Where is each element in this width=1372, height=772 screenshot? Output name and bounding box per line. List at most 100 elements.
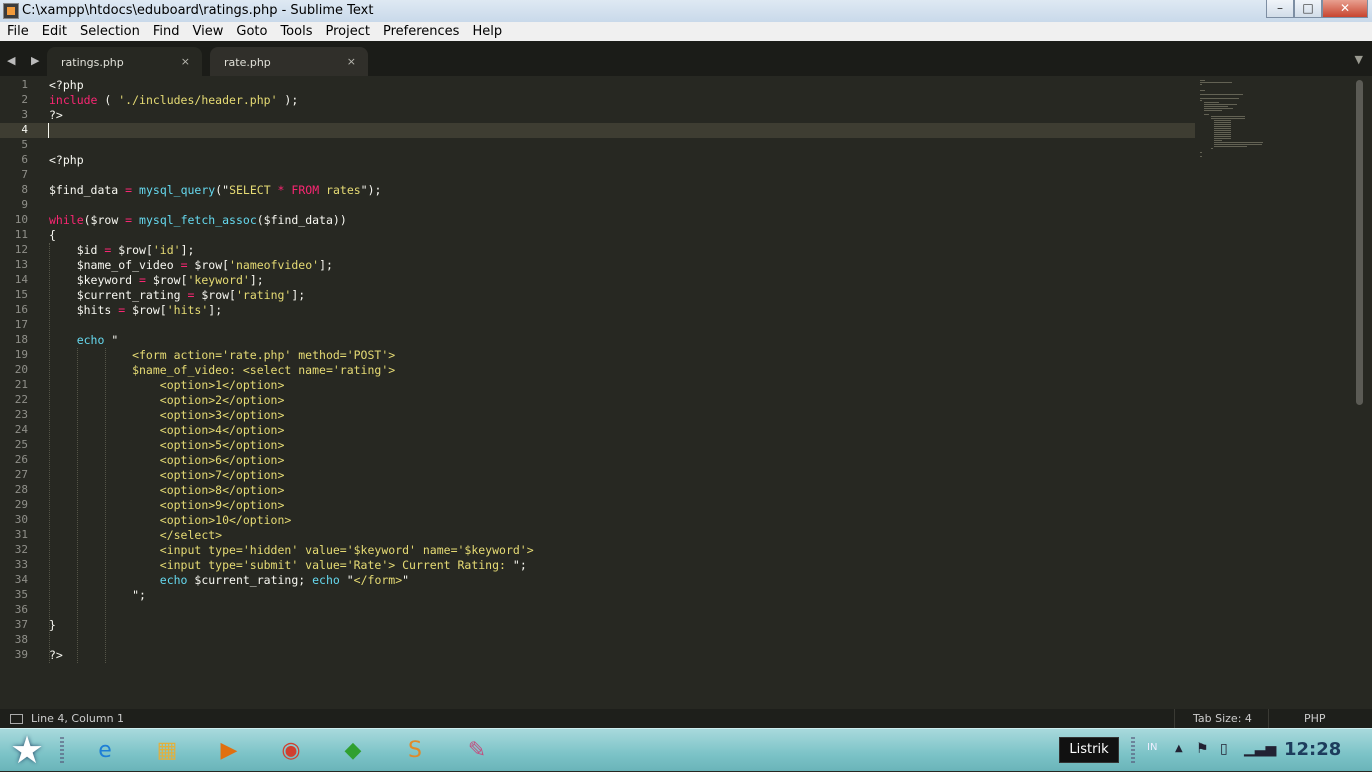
code-line: $name_of_video = $row['nameofvideo']; (49, 258, 333, 273)
tab-ratings-php[interactable]: ratings.php × (47, 47, 202, 76)
code-line: <option>3</option> (49, 408, 285, 423)
line-number: 8 (21, 183, 28, 196)
power-icon[interactable]: ▯ (1220, 741, 1228, 757)
code-line: $find_data = mysql_query("SELECT * FROM … (49, 183, 381, 198)
window-title: C:\xampp\htdocs\eduboard\ratings.php - S… (22, 3, 374, 18)
line-number: 23 (14, 408, 28, 421)
code-token: ]; (208, 303, 223, 317)
minimap-line (1200, 152, 1202, 153)
minimap-line (1214, 130, 1231, 131)
code-token: include (49, 93, 98, 107)
code-token: $row[ (194, 288, 236, 302)
tab-size-indicator[interactable]: Tab Size: 4 (1193, 712, 1252, 725)
minimap-line (1214, 128, 1231, 129)
code-line: echo " (49, 333, 119, 348)
window-controls: – □ ✕ (1266, 0, 1368, 18)
minimap-line (1214, 120, 1231, 121)
line-number: 15 (14, 288, 28, 301)
menu-find[interactable]: Find (146, 22, 186, 41)
language-indicator[interactable]: IN (1147, 742, 1157, 753)
paint-icon[interactable]: ✎ (460, 733, 494, 767)
minimap-line (1214, 136, 1231, 137)
line-number: 1 (21, 78, 28, 91)
scroll-thumb[interactable] (1356, 80, 1363, 405)
line-number: 29 (14, 498, 28, 511)
tab-nav-arrows[interactable]: ◀ ▶ (7, 54, 45, 67)
tray-expand-icon[interactable]: ▲ (1175, 743, 1183, 754)
minimize-button[interactable]: – (1266, 0, 1294, 18)
tab-close-icon[interactable]: × (347, 55, 356, 68)
menu-project[interactable]: Project (318, 22, 375, 41)
indent-guide (105, 348, 106, 663)
line-number: 6 (21, 153, 28, 166)
code-editor[interactable]: 1 2 3 4 5 6 7 8 9 10 11 12 13 14 15 16 17 18 19 20 21 22 23 24 2… (0, 76, 1372, 709)
code-token: ]; (319, 258, 333, 272)
menu-bar: File Edit Selection Find View Goto Tools Projec… (0, 22, 1372, 41)
minimap-line (1200, 80, 1205, 81)
code-line: <option>7</option> (49, 468, 285, 483)
code-token: "; (512, 558, 527, 572)
internet-explorer-icon[interactable]: e (88, 733, 122, 767)
code-line: <input type='hidden' value='$keyword' na… (49, 543, 534, 558)
minimap-line (1214, 132, 1231, 133)
sublime-app-icon (3, 3, 19, 19)
minimap-line (1214, 134, 1231, 135)
code-token: $find_data (49, 183, 126, 197)
code-line: { (49, 228, 56, 243)
code-line: $keyword = $row['keyword']; (49, 273, 264, 288)
minimap[interactable] (1200, 80, 1270, 160)
minimap-line (1203, 104, 1237, 105)
code-token: FROM (291, 183, 320, 197)
code-token: } (49, 618, 56, 632)
code-token: $keyword (49, 273, 140, 287)
code-token: ]; (249, 273, 264, 287)
menu-file[interactable]: File (0, 22, 35, 41)
menu-help[interactable]: Help (465, 22, 508, 41)
minimap-line (1214, 142, 1263, 143)
taskbar-clock[interactable]: 12:28 (1284, 739, 1341, 760)
code-token: SELECT (229, 183, 278, 197)
panel-toggle-icon[interactable] (10, 714, 23, 724)
menu-edit[interactable]: Edit (35, 22, 73, 41)
menu-preferences[interactable]: Preferences (376, 22, 465, 41)
media-player-icon[interactable]: ▶ (212, 733, 246, 767)
code-token: <option>10</option> (49, 513, 292, 527)
start-button[interactable]: ★ (4, 730, 50, 770)
code-line: <input type='submit' value='Rate'> Curre… (49, 558, 527, 573)
vertical-scrollbar[interactable] (1355, 76, 1365, 709)
line-number: 18 (14, 333, 28, 346)
action-center-flag-icon[interactable]: ⚑ (1196, 741, 1209, 757)
network-signal-icon[interactable]: ▁▃▅ (1244, 741, 1276, 757)
syntax-indicator[interactable]: PHP (1304, 712, 1326, 725)
line-number: 21 (14, 378, 28, 391)
code-token: <option>6</option> (49, 453, 285, 467)
tab-dropdown-icon[interactable]: ▼ (1355, 53, 1363, 66)
sublime-text-icon[interactable]: S (398, 733, 432, 767)
code-token: echo (159, 573, 188, 587)
minimap-line (1214, 140, 1223, 141)
menu-goto[interactable]: Goto (229, 22, 273, 41)
code-token: 'keyword' (187, 273, 250, 287)
menu-selection[interactable]: Selection (73, 22, 146, 41)
code-line: } (49, 618, 56, 633)
tab-close-icon[interactable]: × (181, 55, 190, 68)
tab-label: ratings.php (61, 56, 124, 69)
tab-rate-php[interactable]: rate.php × (210, 47, 368, 76)
status-divider (1174, 709, 1175, 728)
download-manager-icon[interactable]: ◆ (336, 733, 370, 767)
menu-tools[interactable]: Tools (273, 22, 318, 41)
close-button[interactable]: ✕ (1322, 0, 1368, 18)
code-token: while (49, 213, 84, 227)
maximize-button[interactable]: □ (1294, 0, 1322, 18)
code-token: <?php (49, 153, 84, 167)
line-number: 39 (14, 648, 28, 661)
code-token: ); (277, 93, 299, 107)
taskbar-grip (60, 737, 64, 763)
file-explorer-icon[interactable]: ▦ (150, 733, 184, 767)
code-line: </select> (49, 528, 222, 543)
tab-label: rate.php (224, 56, 271, 69)
chrome-icon[interactable]: ◉ (274, 733, 308, 767)
menu-view[interactable]: View (186, 22, 230, 41)
